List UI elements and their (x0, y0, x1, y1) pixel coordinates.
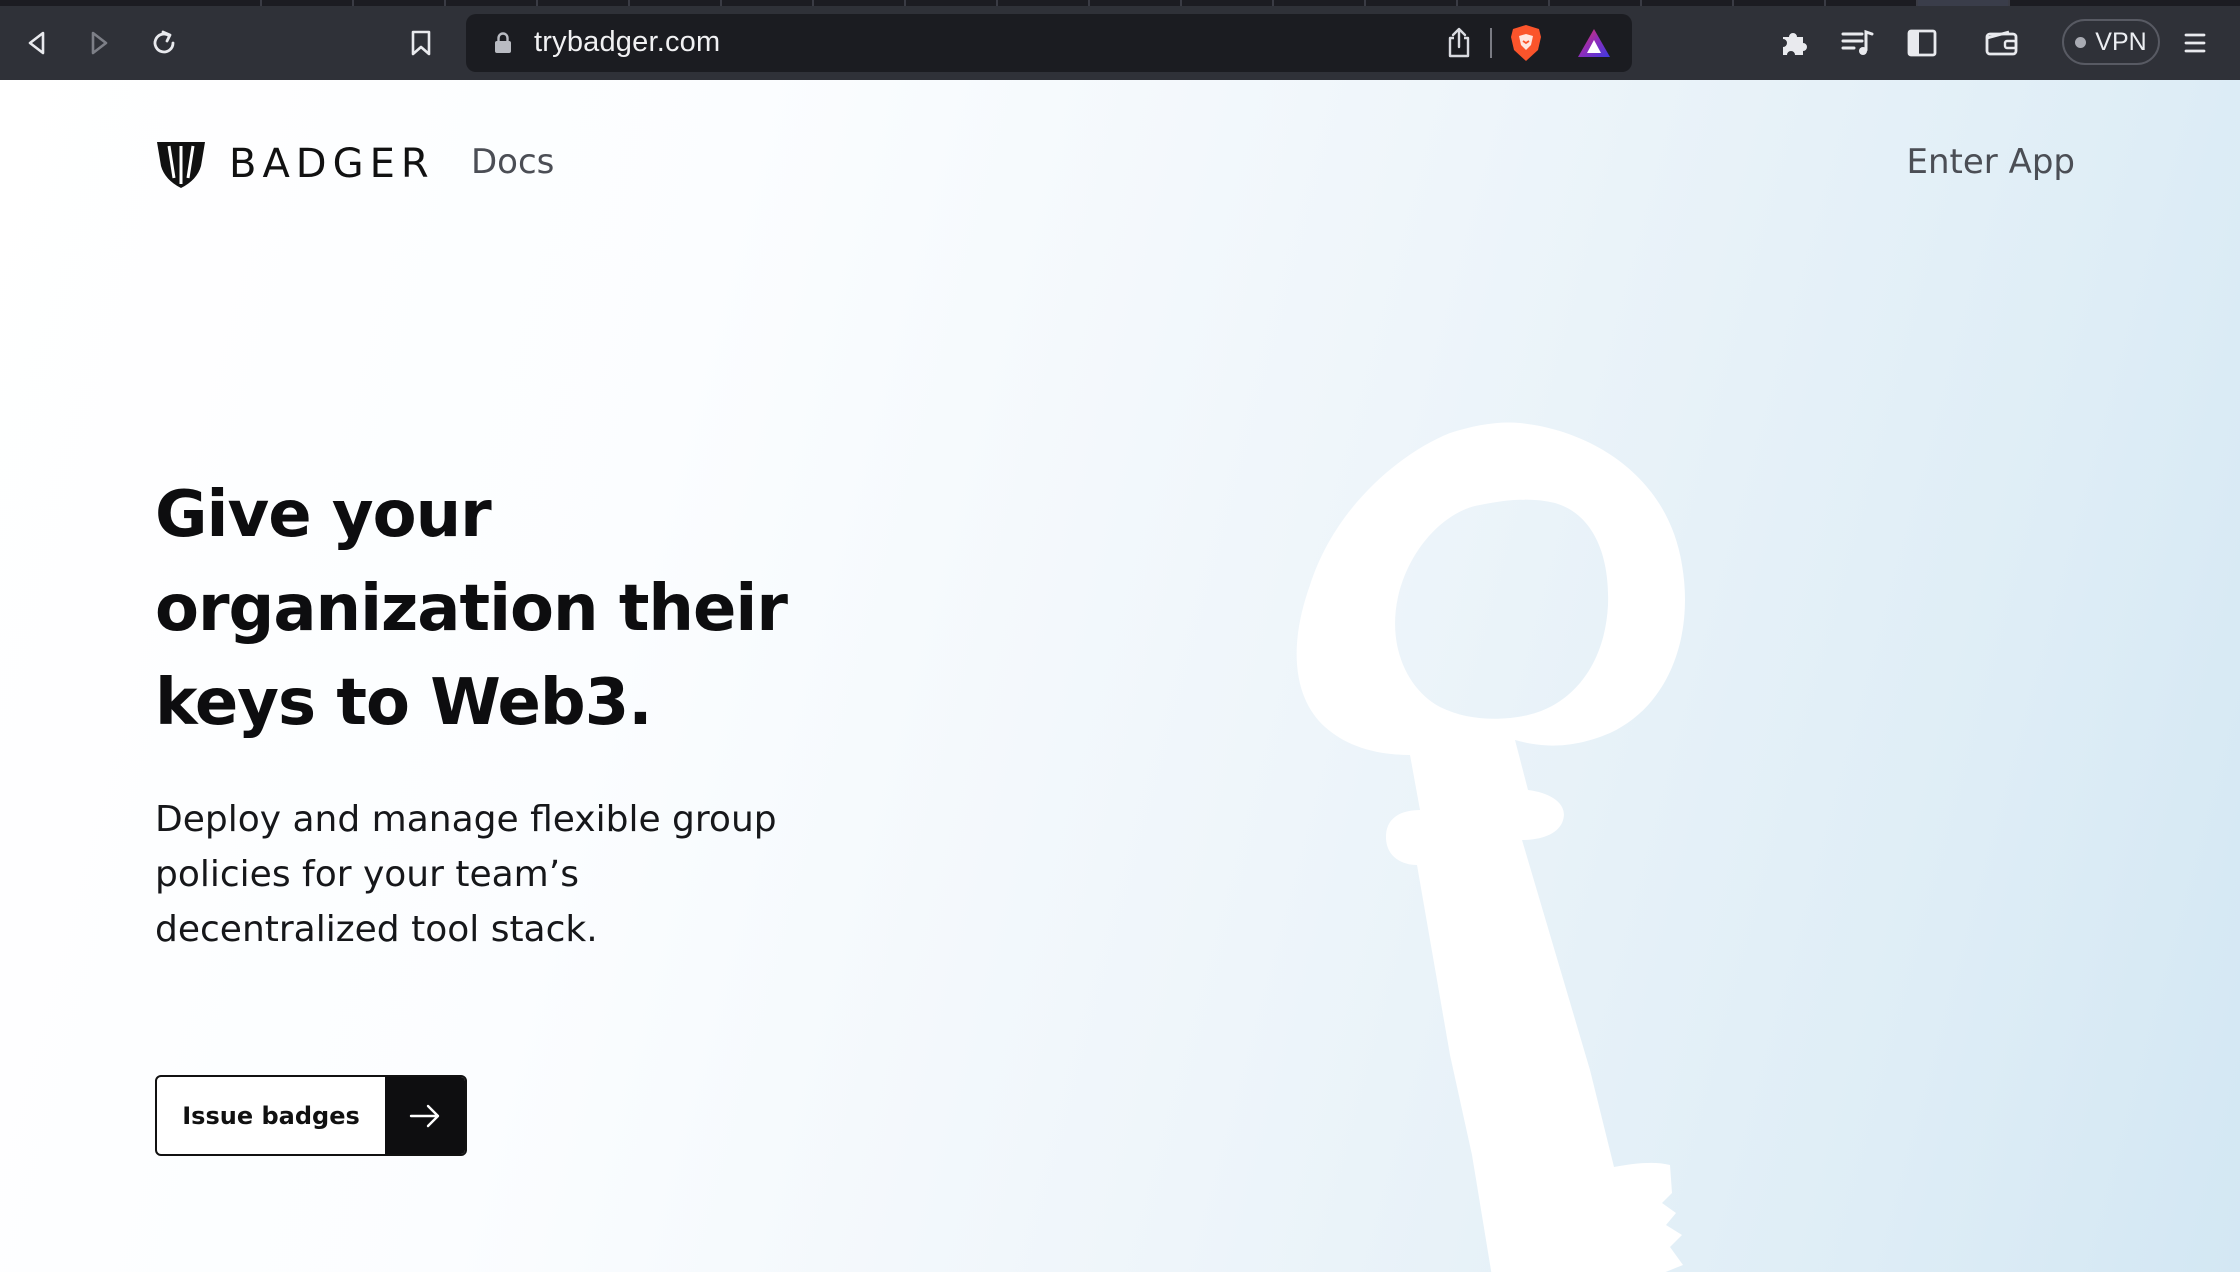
extensions-button[interactable] (1770, 20, 1816, 66)
issue-badges-button[interactable]: Issue badges (155, 1075, 467, 1156)
playlist-icon (1841, 29, 1874, 55)
badger-shield-icon (157, 142, 205, 188)
brand-wordmark: BADGER (229, 141, 435, 187)
url-text: trybadger.com (534, 26, 721, 58)
page-content: BADGER Docs Enter App Give your organiza… (0, 80, 2240, 1272)
hero-subtitle: Deploy and manage flexible group policie… (155, 792, 835, 957)
back-button[interactable] (14, 20, 60, 66)
hero-title-line: organization their (155, 572, 788, 646)
sidebar-icon (1907, 29, 1937, 57)
vpn-button[interactable]: VPN (2062, 19, 2160, 65)
browser-toolbar: trybadger.com VPN (0, 6, 2240, 80)
bookmark-button[interactable] (398, 20, 444, 66)
wallet-icon (1985, 30, 2018, 56)
back-icon (28, 31, 45, 55)
hero-subtitle-line: decentralized tool stack. (155, 909, 598, 950)
reload-icon (153, 30, 175, 54)
sidebar-button[interactable] (1899, 20, 1945, 66)
enter-app-link[interactable]: Enter App (1907, 142, 2076, 182)
forward-icon (91, 31, 108, 55)
reload-button[interactable] (141, 20, 187, 66)
playlist-button[interactable] (1834, 20, 1880, 66)
wallet-button[interactable] (1979, 20, 2025, 66)
menu-icon (2184, 33, 2206, 53)
vpn-status-dot (2075, 36, 2087, 48)
hero-title-line: keys to Web3. (155, 666, 653, 740)
issue-badges-label: Issue badges (182, 1101, 360, 1130)
brave-shields-icon[interactable] (1508, 23, 1544, 63)
hero-title: Give your organization their keys to Web… (155, 468, 875, 750)
lock-icon (495, 32, 511, 53)
share-icon[interactable] (1446, 27, 1472, 59)
brave-rewards-icon[interactable] (1576, 26, 1612, 60)
address-bar-divider (1490, 28, 1492, 58)
address-bar[interactable]: trybadger.com (466, 14, 1632, 72)
docs-link[interactable]: Docs (471, 142, 554, 182)
key-illustration (1296, 422, 1685, 1272)
hero-subtitle-line: policies for your team’s (155, 854, 579, 895)
arrow-right-icon (385, 1077, 465, 1154)
menu-button[interactable] (2172, 20, 2218, 66)
forward-button[interactable] (76, 20, 122, 66)
brand-logo[interactable]: BADGER (155, 138, 435, 190)
hero-subtitle-line: Deploy and manage flexible group (155, 799, 777, 840)
bookmark-icon (411, 30, 431, 56)
hero-title-line: Give your (155, 478, 492, 552)
vpn-label: VPN (2095, 27, 2147, 56)
extensions-icon (1783, 33, 1807, 55)
